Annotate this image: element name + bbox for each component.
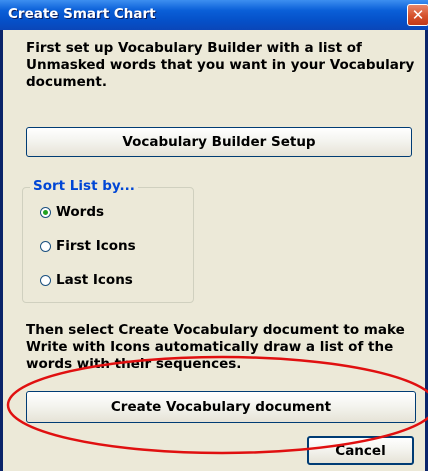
radio-label-words: Words	[56, 204, 105, 220]
radio-label-first-icons: First Icons	[56, 238, 136, 254]
window-title: Create Smart Chart	[8, 6, 156, 22]
title-bar[interactable]: Create Smart Chart ✕	[0, 0, 428, 30]
create-vocabulary-document-button[interactable]: Create Vocabulary document	[26, 391, 416, 423]
dialog-window: Create Smart Chart ✕ First set up Vocabu…	[0, 0, 428, 471]
instruction-text: Then select Create Vocabulary document t…	[26, 322, 405, 372]
radio-label-last-icons: Last Icons	[56, 272, 133, 288]
close-icon: ✕	[411, 6, 425, 24]
radio-button-first-icons[interactable]	[40, 241, 51, 252]
intro-text: First set up Vocabulary Builder with a l…	[26, 40, 415, 90]
close-button[interactable]: ✕	[407, 4, 428, 26]
vocabulary-builder-setup-button[interactable]: Vocabulary Builder Setup	[26, 127, 412, 157]
cancel-button[interactable]: Cancel	[307, 436, 414, 465]
radio-button-words[interactable]	[40, 207, 51, 218]
sort-list-group-label: Sort List by...	[30, 178, 138, 194]
radio-button-last-icons[interactable]	[40, 275, 51, 286]
